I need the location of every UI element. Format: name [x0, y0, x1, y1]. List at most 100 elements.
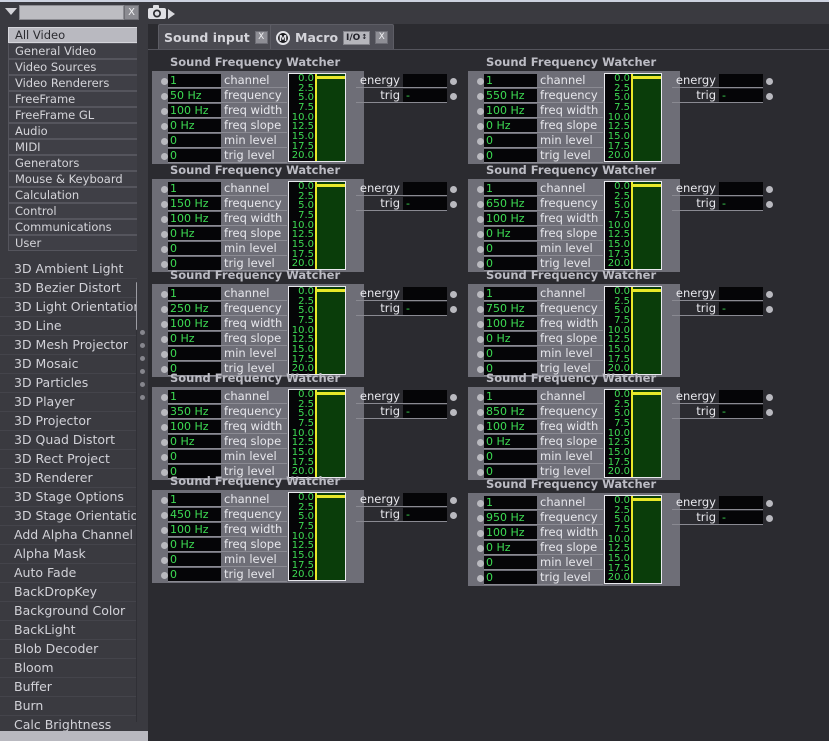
input-value-field[interactable]: 100 Hz — [168, 420, 221, 434]
output-value-field[interactable]: - — [719, 405, 763, 419]
input-port[interactable] — [477, 393, 484, 401]
output-value-field[interactable] — [719, 496, 763, 510]
input-value-field[interactable]: 0 — [484, 134, 537, 148]
camera-play-icon[interactable] — [168, 9, 175, 19]
input-port[interactable] — [477, 290, 484, 298]
output-port[interactable] — [450, 200, 457, 208]
input-port[interactable] — [161, 496, 168, 504]
module-sound-frequency-watcher[interactable]: Sound Frequency Watcher 1 channel 150 Hz fre… — [152, 163, 457, 272]
tab-close-icon[interactable]: X — [375, 31, 389, 44]
sidebar-category-control[interactable]: Control — [8, 203, 141, 219]
output-value-field[interactable]: - — [403, 405, 447, 419]
sidebar-category-general-video[interactable]: General Video — [8, 43, 141, 59]
output-value-field[interactable] — [403, 74, 447, 88]
tab-io-dropdown[interactable]: I/O ↕ — [343, 30, 371, 45]
input-value-field[interactable]: 0 Hz — [484, 435, 537, 449]
output-port[interactable] — [450, 290, 457, 298]
list-item[interactable]: 3D Rect Project — [0, 450, 148, 469]
output-port[interactable] — [450, 305, 457, 313]
output-port[interactable] — [766, 185, 773, 193]
output-port[interactable] — [766, 499, 773, 507]
input-port[interactable] — [161, 305, 168, 313]
input-value-field[interactable]: 0 — [168, 134, 221, 148]
sidebar-category-video-renderers[interactable]: Video Renderers — [8, 75, 141, 91]
input-port[interactable] — [161, 526, 168, 534]
list-item[interactable]: Auto Fade — [0, 564, 148, 583]
module-sound-frequency-watcher[interactable]: Sound Frequency Watcher 1 channel 950 Hz fre… — [468, 477, 773, 586]
list-item[interactable]: 3D Light Orientation — [0, 298, 148, 317]
output-port[interactable] — [766, 92, 773, 100]
list-item[interactable]: 3D Player — [0, 393, 148, 412]
module-sound-frequency-watcher[interactable]: Sound Frequency Watcher 1 channel 450 Hz fre… — [152, 474, 457, 583]
output-value-field[interactable]: - — [719, 89, 763, 103]
output-value-field[interactable] — [719, 390, 763, 404]
input-port[interactable] — [477, 77, 484, 85]
input-value-field[interactable]: 0 Hz — [484, 541, 537, 555]
input-value-field[interactable]: 0 — [484, 571, 537, 585]
tab-macro[interactable]: M Macro I/O ↕ X — [270, 24, 395, 50]
input-value-field[interactable]: 100 Hz — [168, 104, 221, 118]
input-port[interactable] — [477, 92, 484, 100]
input-port[interactable] — [161, 245, 168, 253]
list-item[interactable]: 3D Line — [0, 317, 148, 336]
output-port[interactable] — [766, 200, 773, 208]
list-item[interactable]: 3D Renderer — [0, 469, 148, 488]
list-item[interactable]: 3D Stage Options — [0, 488, 148, 507]
output-value-field[interactable] — [403, 493, 447, 507]
input-value-field[interactable]: 100 Hz — [168, 317, 221, 331]
input-port[interactable] — [477, 574, 484, 582]
filter-clear-button[interactable]: X — [124, 5, 139, 20]
output-port[interactable] — [766, 305, 773, 313]
output-port[interactable] — [766, 290, 773, 298]
list-item[interactable]: 3D Mesh Projector — [0, 336, 148, 355]
output-port[interactable] — [450, 185, 457, 193]
module-sound-frequency-watcher[interactable]: Sound Frequency Watcher 1 channel 250 Hz fre… — [152, 268, 457, 377]
input-value-field[interactable]: 0 — [168, 242, 221, 256]
input-value-field[interactable]: 0 Hz — [168, 332, 221, 346]
sidebar-category-freeframe[interactable]: FreeFrame — [8, 91, 141, 107]
input-port[interactable] — [477, 152, 484, 160]
input-value-field[interactable]: 0 — [484, 149, 537, 163]
output-port[interactable] — [450, 496, 457, 504]
camera-icon[interactable] — [148, 5, 166, 19]
input-value-field[interactable]: 1 — [168, 74, 221, 88]
input-port[interactable] — [161, 438, 168, 446]
input-port[interactable] — [161, 122, 168, 130]
input-port[interactable] — [477, 408, 484, 416]
input-value-field[interactable]: 450 Hz — [168, 508, 221, 522]
input-value-field[interactable]: 1 — [484, 287, 537, 301]
input-value-field[interactable]: 0 Hz — [484, 227, 537, 241]
list-item[interactable]: Bloom — [0, 659, 148, 678]
input-value-field[interactable]: 0 Hz — [484, 119, 537, 133]
input-port[interactable] — [161, 230, 168, 238]
input-value-field[interactable]: 100 Hz — [484, 317, 537, 331]
input-port[interactable] — [477, 230, 484, 238]
input-port[interactable] — [477, 350, 484, 358]
input-value-field[interactable]: 100 Hz — [484, 420, 537, 434]
input-value-field[interactable]: 100 Hz — [484, 212, 537, 226]
input-value-field[interactable]: 650 Hz — [484, 197, 537, 211]
input-port[interactable] — [477, 122, 484, 130]
output-port[interactable] — [766, 408, 773, 416]
input-value-field[interactable]: 50 Hz — [168, 89, 221, 103]
input-port[interactable] — [161, 260, 168, 268]
input-port[interactable] — [477, 185, 484, 193]
module-sound-frequency-watcher[interactable]: Sound Frequency Watcher 1 channel 50 Hz freq… — [152, 55, 457, 164]
output-port[interactable] — [766, 77, 773, 85]
input-port[interactable] — [161, 408, 168, 416]
input-value-field[interactable]: 1 — [168, 493, 221, 507]
list-item[interactable]: 3D Mosaic — [0, 355, 148, 374]
input-value-field[interactable]: 0 — [484, 242, 537, 256]
list-item[interactable]: Buffer — [0, 678, 148, 697]
input-value-field[interactable]: 950 Hz — [484, 511, 537, 525]
input-port[interactable] — [161, 393, 168, 401]
list-item[interactable]: Background Color — [0, 602, 148, 621]
output-value-field[interactable]: - — [719, 511, 763, 525]
input-port[interactable] — [477, 544, 484, 552]
input-port[interactable] — [161, 511, 168, 519]
output-value-field[interactable]: - — [719, 197, 763, 211]
input-port[interactable] — [161, 556, 168, 564]
sidebar-category-communications[interactable]: Communications — [8, 219, 141, 235]
input-value-field[interactable]: 0 Hz — [168, 119, 221, 133]
input-value-field[interactable]: 0 Hz — [168, 435, 221, 449]
